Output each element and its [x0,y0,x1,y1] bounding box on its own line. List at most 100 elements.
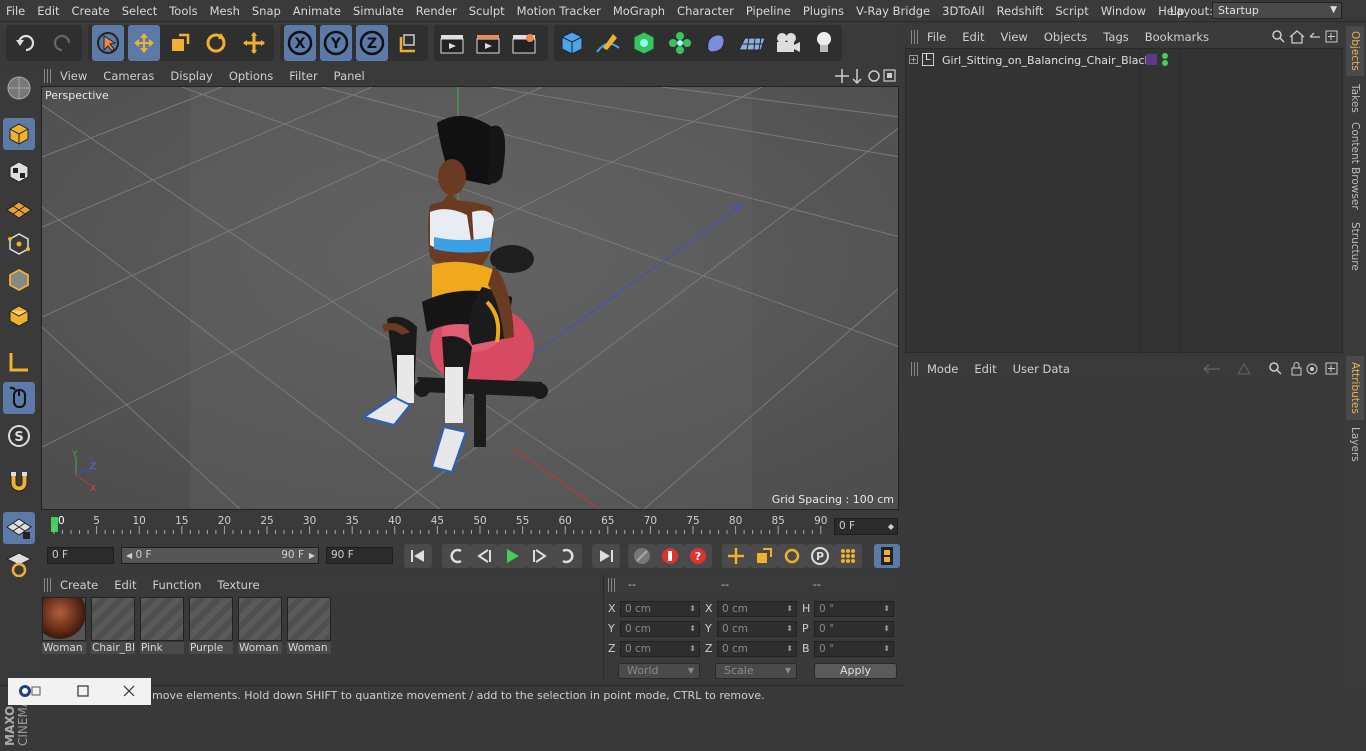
menu-pipeline[interactable]: Pipeline [740,4,797,18]
tweak-mode-button[interactable] [3,382,35,414]
viewport-menu-filter[interactable]: Filter [281,69,325,83]
viewport-menu-options[interactable]: Options [221,69,281,83]
cloner-button[interactable] [664,25,696,61]
redo-button[interactable] [46,25,78,61]
menu-file[interactable]: File [0,4,31,18]
menu-mograph[interactable]: MoGraph [607,4,671,18]
menu-v-ray-bridge[interactable]: V-Ray Bridge [850,4,936,18]
goto-previous-key-button[interactable] [442,544,470,568]
move-tool-button[interactable] [128,25,160,61]
current-frame-field[interactable]: 0 F ◆ [834,518,898,535]
material-slot[interactable]: Woman [42,597,87,657]
side-tab-attributes[interactable]: Attributes [1346,356,1364,420]
cube-object-button[interactable] [556,25,588,61]
timeline-ruler[interactable]: 0 5 10 15 20 25 30 35 40 45 50 55 60 65 70 75 80 85 90 0 F… [40,512,900,538]
object-menu-edit[interactable]: Edit [954,30,992,44]
side-tab-structure[interactable]: Structure [1346,216,1364,276]
viewport-zoom-icon[interactable] [852,69,862,85]
target-icon[interactable] [1306,363,1318,375]
object-menu-objects[interactable]: Objects [1036,30,1095,44]
viewport-perspective[interactable]: Y Z X Perspective Grid Spacing : 100 cm [41,86,899,510]
light-button[interactable] [808,25,840,61]
live-selection-button[interactable] [92,25,124,61]
coord-value-field[interactable]: 0 cm ⬍ [620,601,700,617]
object-menu-view[interactable]: View [993,30,1036,44]
maximize-icon[interactable] [77,685,89,697]
coord-value-field[interactable]: 0 ° ⬍ [814,641,894,657]
menu-animate[interactable]: Animate [287,4,347,18]
side-tab-content-browser[interactable]: Content Browser [1346,118,1364,214]
undo-button[interactable] [10,25,42,61]
back-arrow-icon[interactable] [1203,364,1220,374]
material-slot[interactable]: Chair_Bl [91,597,136,657]
viewport-maximize-icon[interactable] [883,69,896,82]
spinner-icon[interactable]: ⬍ [786,622,793,636]
coordinate-system-button[interactable] [392,25,424,61]
attribute-menu-edit[interactable]: Edit [966,362,1004,376]
deformer-button[interactable] [700,25,732,61]
menu-render[interactable]: Render [410,4,463,18]
side-tab-objects[interactable]: Objects [1346,26,1364,76]
spinner-icon[interactable]: ⬍ [689,602,696,616]
render-visibility-dot[interactable] [1162,60,1168,66]
search-icon[interactable] [1269,362,1282,375]
menu-3dtoall[interactable]: 3DToAll [936,4,991,18]
viewport-menu-panel[interactable]: Panel [326,69,373,83]
object-menu-bookmarks[interactable]: Bookmarks [1137,30,1217,44]
spinner-icon[interactable]: ⬍ [689,642,696,656]
side-tab-layers[interactable]: Layers [1346,424,1364,464]
coord-value-field[interactable]: 0 cm ⬍ [717,641,797,657]
back-icon[interactable] [1309,32,1320,38]
workplane-mode-button[interactable] [3,192,35,224]
polygons-mode-button[interactable] [3,300,35,332]
attribute-menu-user-data[interactable]: User Data [1005,362,1078,376]
next-frame-button[interactable] [526,544,554,568]
goto-start-button[interactable] [404,544,432,568]
menu-redshift[interactable]: Redshift [991,4,1050,18]
key-position-button[interactable] [722,544,750,568]
object-row[interactable]: + L Girl_Sitting_on_Balancing_Chair_Blac… [906,52,1343,70]
material-slot[interactable]: Pink [140,597,185,657]
pen-spline-button[interactable] [592,25,624,61]
material-menu-function[interactable]: Function [145,578,210,592]
up-arrow-icon[interactable] [1237,363,1251,375]
z-axis-lock-button[interactable]: Z [356,25,388,61]
home-icon[interactable] [1289,30,1305,44]
timeline-window-button[interactable] [874,544,900,568]
expand-toggle-icon[interactable]: + [909,55,918,64]
model-mode-button[interactable] [3,118,35,150]
layer-color-tag[interactable] [1146,54,1157,65]
search-icon[interactable] [1272,30,1285,43]
menu-motion-tracker[interactable]: Motion Tracker [511,4,607,18]
coord-value-field[interactable]: 0 cm ⬍ [620,621,700,637]
key-rotation-button[interactable] [778,544,806,568]
start-frame-field[interactable]: 0 F [47,547,114,564]
subdivision-surface-button[interactable] [628,25,660,61]
snap-button[interactable] [3,466,35,498]
lock-icon[interactable] [1291,362,1302,376]
coordinate-space-select[interactable]: World ▼ [618,663,700,679]
viewport-menu-display[interactable]: Display [162,69,220,83]
viewport-rotate-icon[interactable] [868,70,880,82]
scale-tool-button[interactable] [164,25,196,61]
render-to-picture-viewer-button[interactable] [472,25,504,61]
menu-plugins[interactable]: Plugins [797,4,850,18]
spinner-icon[interactable]: ⬍ [883,622,890,636]
motion-record-button[interactable] [628,544,656,568]
side-tab-takes[interactable]: Takes [1346,80,1364,116]
new-window-icon[interactable] [1325,362,1338,375]
goto-next-key-button[interactable] [554,544,582,568]
goto-end-button[interactable] [592,544,620,568]
spinner-icon[interactable]: ⬍ [786,642,793,656]
range-slider[interactable]: ◀ 0 F 90 F ▶ [121,547,319,564]
menu-select[interactable]: Select [116,4,163,18]
material-menu-edit[interactable]: Edit [106,578,144,592]
size-mode-select[interactable]: Scale ▼ [715,663,797,679]
material-menu-texture[interactable]: Texture [209,578,267,592]
menu-mesh[interactable]: Mesh [204,4,246,18]
viewport-menu-view[interactable]: View [52,69,95,83]
coord-value-field[interactable]: 0 cm ⬍ [717,601,797,617]
material-slot[interactable]: Woman [287,597,332,657]
attribute-menu-mode[interactable]: Mode [919,362,966,376]
end-frame-field[interactable]: 90 F [326,547,393,564]
